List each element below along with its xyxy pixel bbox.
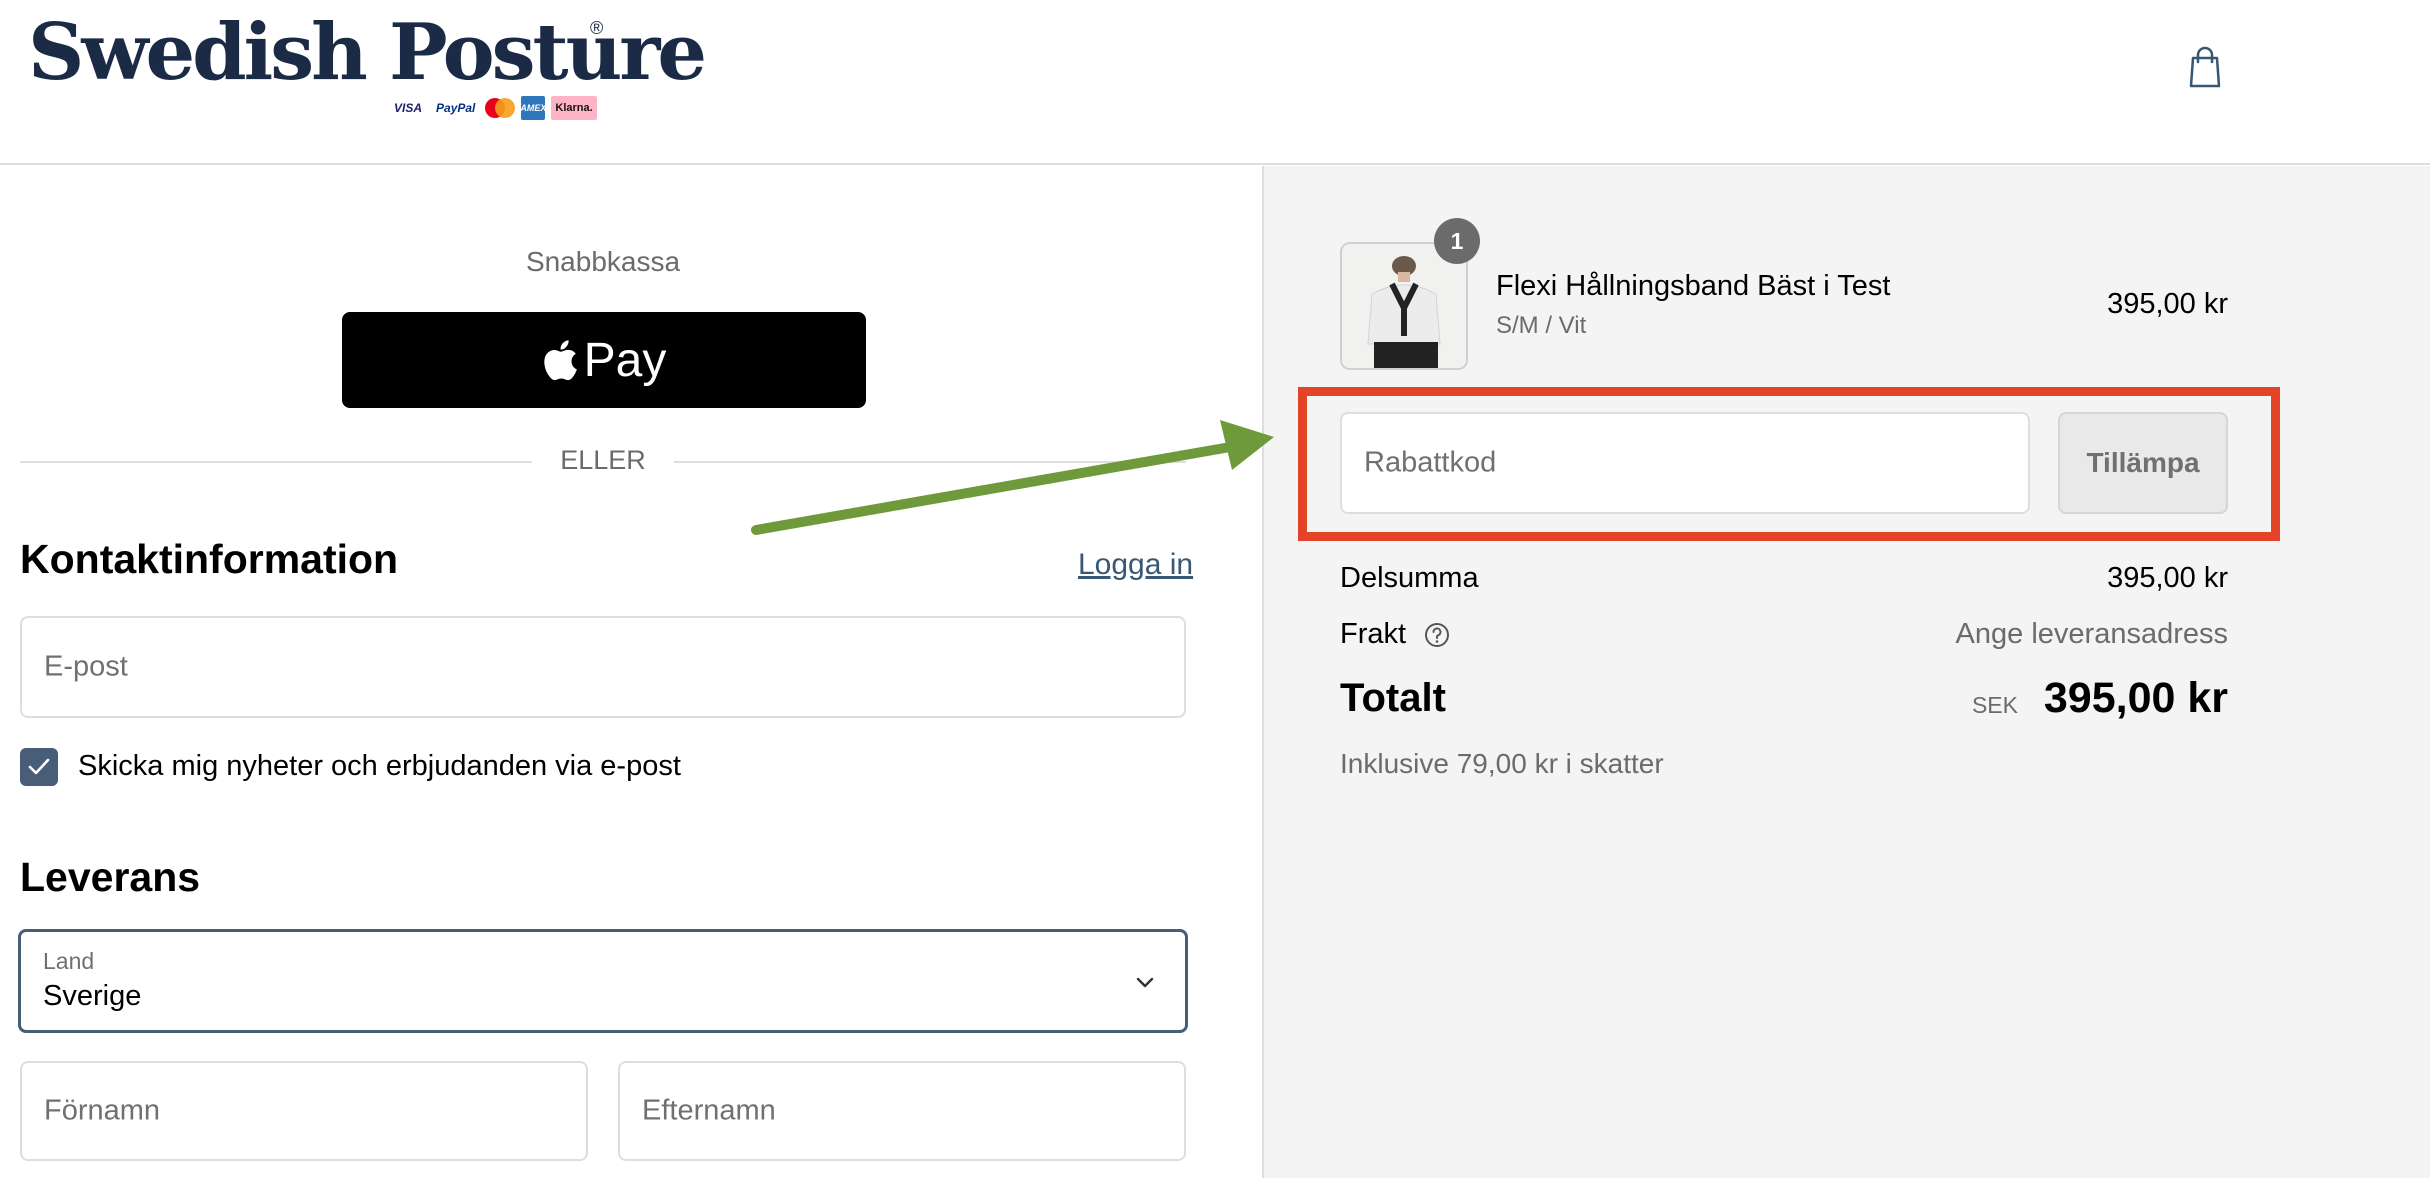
login-link[interactable]: Logga in (1078, 548, 1193, 582)
mastercard-logo (485, 96, 516, 120)
product-title: Flexi Hållningsband Bäst i Test (1496, 270, 1891, 302)
last-name-placeholder: Efternamn (642, 1094, 776, 1127)
payment-logos: VISA PayPal AMEX Klarna. (390, 90, 597, 126)
shopping-bag-icon[interactable] (2185, 42, 2225, 90)
total-label: Totalt (1340, 676, 1446, 720)
tax-note: Inklusive 79,00 kr i skatter (1340, 748, 1664, 779)
product-variant: S/M / Vit (1496, 312, 1587, 339)
newsletter-checkbox[interactable] (20, 748, 58, 786)
total-value: 395,00 kr (2043, 674, 2228, 722)
apple-pay-label: Pay (583, 333, 667, 387)
help-circle-icon[interactable] (1424, 622, 1450, 648)
first-name-field[interactable]: Förnamn (20, 1061, 588, 1161)
klarna-logo: Klarna. (551, 96, 597, 120)
subtotal-value: 395,00 kr (2107, 562, 2228, 594)
total-currency: SEK (1971, 692, 2018, 718)
country-value: Sverige (43, 980, 142, 1012)
discount-code-placeholder: Rabattkod (1364, 446, 1497, 479)
or-divider: ELLER (20, 445, 1186, 475)
express-checkout-title: Snabbkassa (525, 246, 681, 277)
subtotal-label: Delsumma (1340, 562, 1479, 594)
country-select[interactable]: Land Sverige (18, 929, 1188, 1033)
shipping-label: Frakt (1340, 618, 1407, 650)
email-field[interactable]: E-post (20, 616, 1186, 718)
last-name-field[interactable]: Efternamn (618, 1061, 1186, 1161)
chevron-down-icon (1136, 977, 1154, 988)
or-divider-label: ELLER (560, 445, 646, 475)
paypal-logo: PayPal (436, 101, 476, 115)
email-placeholder: E-post (44, 650, 128, 683)
logo-registered-mark: ® (590, 18, 604, 38)
site-header: Swedish Posture ® VISA PayPal AMEX Klarn… (0, 0, 2430, 165)
amex-logo: AMEX (520, 96, 546, 120)
quantity-badge: 1 (1434, 218, 1480, 264)
shipping-value: Ange leveransadress (1955, 618, 2228, 650)
contact-heading: Kontaktinformation (20, 536, 399, 582)
newsletter-label: Skicka mig nyheter och erbjudanden via e… (78, 750, 681, 782)
delivery-heading: Leverans (20, 854, 201, 900)
store-logo[interactable]: Swedish Posture ® VISA PayPal AMEX Klarn… (28, 14, 707, 120)
checkmark-icon (28, 758, 50, 775)
visa-logo: VISA (394, 101, 423, 115)
country-label: Land (43, 948, 95, 974)
product-price: 395,00 kr (2107, 288, 2228, 320)
apple-icon (543, 340, 577, 381)
apply-discount-button[interactable]: Tillämpa (2058, 412, 2228, 514)
discount-code-input[interactable]: Rabattkod (1340, 412, 2030, 514)
first-name-placeholder: Förnamn (44, 1094, 161, 1127)
apple-pay-button[interactable]: Pay (342, 312, 866, 408)
